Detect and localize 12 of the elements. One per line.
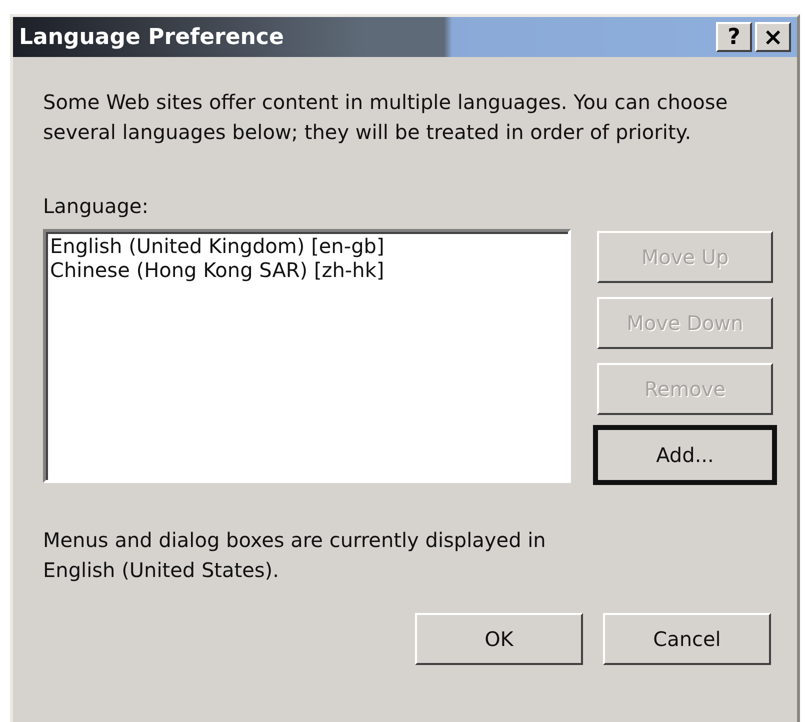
note-text: Menus and dialog boxes are currently displayed in English (United States). — [43, 527, 547, 584]
help-button[interactable]: ? — [716, 22, 752, 52]
language-item[interactable]: English (United Kingdom) [en-gb] — [50, 234, 564, 258]
list-action-button[interactable]: Add... — [593, 425, 777, 485]
window-title: Language Preference — [19, 24, 284, 50]
dialog-button[interactable]: OK — [415, 613, 583, 665]
close-button[interactable]: × — [755, 22, 791, 52]
list-label: Language: — [43, 193, 150, 220]
language-list[interactable]: English (United Kingdom) [en-gb] Chinese (Hong Kong SAR) [zh-hk] — [43, 229, 571, 483]
language-item[interactable]: Chinese (Hong Kong SAR) [zh-hk] — [50, 258, 564, 282]
dialog-button[interactable]: Cancel — [603, 613, 771, 665]
intro-text: Some Web sites offer content in multiple languages. You can choose several languages below; they will be treated in order of priority. — [43, 89, 729, 146]
